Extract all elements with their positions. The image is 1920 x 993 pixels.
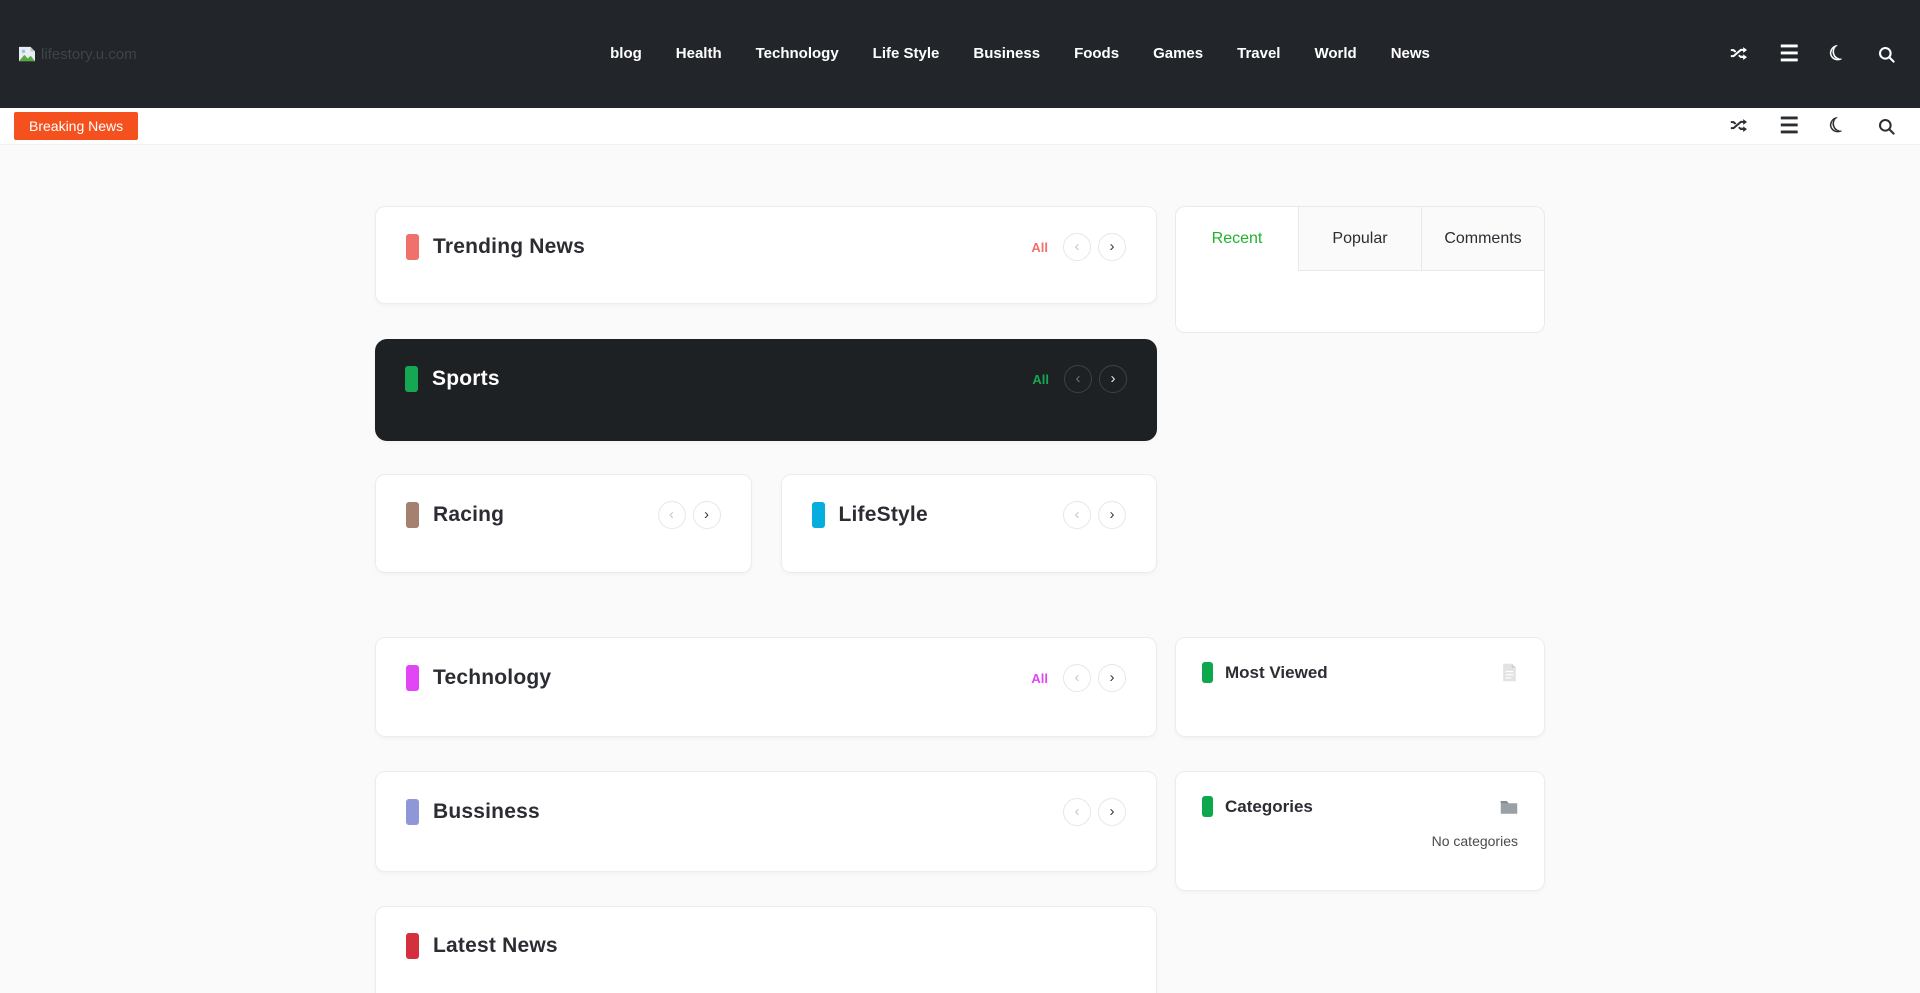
section-header: Technology All ‹ › [406, 664, 1126, 692]
section-title: LifeStyle [839, 503, 928, 527]
all-link[interactable]: All [1031, 671, 1048, 686]
section-header: Sports All ‹ › [405, 365, 1127, 393]
no-categories-text: No categories [1202, 833, 1518, 849]
section-controls: All ‹ › [1031, 233, 1126, 261]
categories-widget: Categories No categories [1175, 771, 1545, 891]
lifestyle-section: LifeStyle ‹ › [781, 474, 1158, 573]
carousel-prev-button[interactable]: ‹ [1063, 664, 1091, 692]
folder-icon [1500, 799, 1518, 815]
tab-comments[interactable]: Comments [1421, 207, 1544, 270]
accent-bar [405, 366, 418, 392]
accent-bar [1202, 796, 1213, 817]
section-title: Bussiness [433, 800, 540, 824]
main-navigation: blog Health Technology Life Style Busine… [318, 0, 1722, 108]
carousel-prev-button[interactable]: ‹ [1063, 501, 1091, 529]
carousel-next-button[interactable]: › [1098, 664, 1126, 692]
section-header: LifeStyle ‹ › [812, 501, 1127, 529]
shuffle-icon[interactable] [1729, 44, 1749, 64]
carousel-prev-button[interactable]: ‹ [658, 501, 686, 529]
section-title: Latest News [433, 934, 558, 958]
dark-mode-moon-icon[interactable]: ☾ [1826, 42, 1849, 67]
section-controls: All ‹ › [1031, 664, 1126, 692]
dark-mode-moon-icon[interactable]: ☾ [1826, 114, 1849, 139]
most-viewed-widget: Most Viewed [1175, 637, 1545, 737]
section-title: Trending News [433, 235, 585, 259]
menu-icon[interactable]: ☰ [1779, 43, 1799, 65]
breaking-news-bar: Breaking News ☰ ☾ [0, 108, 1920, 145]
nav-item-life-style[interactable]: Life Style [856, 0, 957, 108]
accent-bar [406, 234, 419, 260]
section-controls: ‹ › [1063, 501, 1126, 529]
accent-bar [812, 502, 825, 528]
subbar-action-icons: ☰ ☾ [1729, 115, 1902, 137]
breaking-news-badge: Breaking News [14, 112, 138, 140]
menu-icon[interactable]: ☰ [1779, 115, 1799, 137]
section-header: Racing ‹ › [406, 501, 721, 529]
accent-bar [406, 799, 419, 825]
nav-item-health[interactable]: Health [659, 0, 739, 108]
nav-item-foods[interactable]: Foods [1057, 0, 1136, 108]
page-content: Trending News All ‹ › Sports All ‹ › [375, 206, 1545, 993]
tab-content-panel [1176, 271, 1544, 333]
trending-news-section: Trending News All ‹ › [375, 206, 1157, 304]
broken-image-icon [18, 46, 36, 62]
nav-item-blog[interactable]: blog [593, 0, 659, 108]
document-icon [1501, 663, 1518, 682]
section-title: Sports [432, 367, 500, 391]
sports-section: Sports All ‹ › [375, 339, 1157, 441]
carousel-next-button[interactable]: › [1098, 233, 1126, 261]
site-logo[interactable]: lifestory.u.com [18, 46, 318, 63]
sidebar: Recent Popular Comments Most Viewed [1175, 206, 1545, 891]
all-link[interactable]: All [1032, 372, 1049, 387]
carousel-next-button[interactable]: › [693, 501, 721, 529]
nav-item-business[interactable]: Business [956, 0, 1057, 108]
nav-item-world[interactable]: World [1297, 0, 1373, 108]
section-controls: All ‹ › [1032, 365, 1127, 393]
accent-bar [406, 933, 419, 959]
accent-bar [1202, 662, 1213, 683]
section-title: Technology [433, 666, 551, 690]
widget-header: Categories [1202, 796, 1518, 817]
main-column: Trending News All ‹ › Sports All ‹ › [375, 206, 1157, 993]
all-link[interactable]: All [1031, 240, 1048, 255]
carousel-next-button[interactable]: › [1098, 798, 1126, 826]
tab-recent[interactable]: Recent [1176, 207, 1298, 270]
widget-title: Most Viewed [1225, 663, 1328, 683]
section-controls: ‹ › [658, 501, 721, 529]
section-controls: ‹ › [1063, 798, 1126, 826]
section-header: Bussiness ‹ › [406, 798, 1126, 826]
site-header: lifestory.u.com blog Health Technology L… [0, 0, 1920, 108]
racing-section: Racing ‹ › [375, 474, 752, 573]
nav-item-news[interactable]: News [1374, 0, 1447, 108]
carousel-prev-button[interactable]: ‹ [1063, 233, 1091, 261]
search-icon[interactable] [1877, 117, 1896, 136]
widget-title: Categories [1225, 797, 1313, 817]
sidebar-tabs-widget: Recent Popular Comments [1175, 206, 1545, 333]
carousel-next-button[interactable]: › [1099, 365, 1127, 393]
carousel-prev-button[interactable]: ‹ [1063, 798, 1091, 826]
shuffle-icon[interactable] [1729, 116, 1749, 136]
accent-bar [406, 502, 419, 528]
section-header: Latest News [406, 933, 1126, 959]
widget-header: Most Viewed [1202, 662, 1518, 683]
accent-bar [406, 665, 419, 691]
bussiness-section: Bussiness ‹ › [375, 771, 1157, 872]
latest-news-section: Latest News [375, 906, 1157, 993]
carousel-prev-button[interactable]: ‹ [1064, 365, 1092, 393]
nav-item-technology[interactable]: Technology [739, 0, 856, 108]
nav-item-games[interactable]: Games [1136, 0, 1220, 108]
section-title: Racing [433, 503, 504, 527]
technology-section: Technology All ‹ › [375, 637, 1157, 737]
header-action-icons: ☰ ☾ [1722, 43, 1902, 65]
search-icon[interactable] [1877, 45, 1896, 64]
section-header: Trending News All ‹ › [406, 233, 1126, 261]
carousel-next-button[interactable]: › [1098, 501, 1126, 529]
nav-item-travel[interactable]: Travel [1220, 0, 1297, 108]
tab-popular[interactable]: Popular [1298, 207, 1421, 270]
two-column-row: Racing ‹ › LifeStyle ‹ › [375, 474, 1157, 573]
logo-alt-text: lifestory.u.com [41, 46, 137, 63]
tab-bar: Recent Popular Comments [1176, 207, 1544, 271]
